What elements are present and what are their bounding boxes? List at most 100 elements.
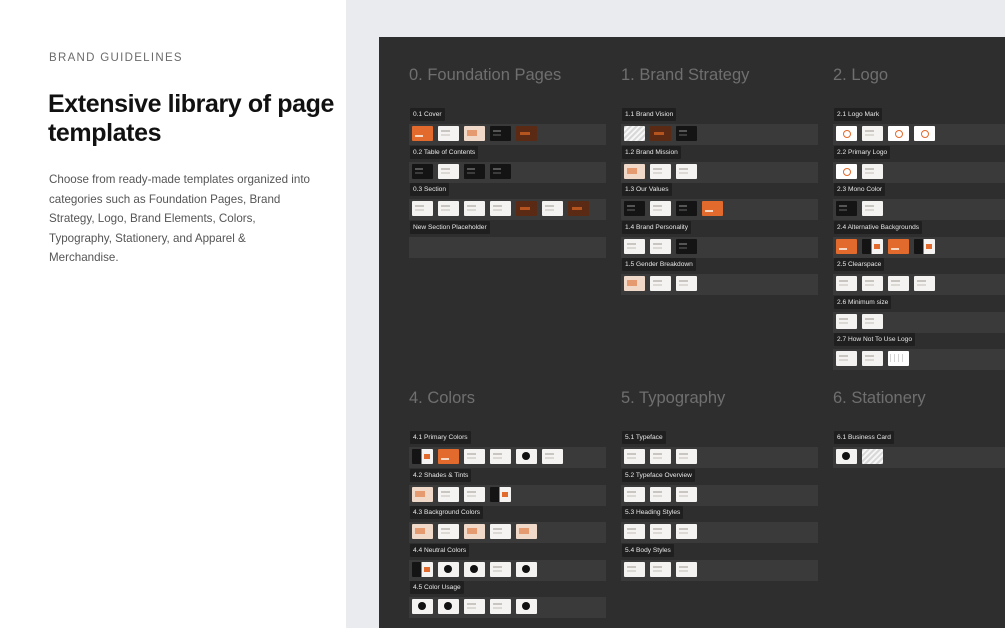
page-thumbnail[interactable] [624, 524, 645, 539]
page-thumbnail[interactable] [676, 238, 697, 254]
page-thumbnail[interactable] [676, 126, 697, 141]
section-label[interactable]: 2.6 Minimum size [834, 295, 892, 309]
page-thumbnail[interactable] [516, 126, 537, 141]
page-thumbnail[interactable] [888, 351, 909, 366]
page-thumbnail[interactable] [836, 201, 857, 216]
section-label[interactable]: New Section Placeholder [410, 220, 490, 234]
template-canvas[interactable]: 0. Foundation Pages 0.1 Cover 0.2 Table of… [379, 37, 1005, 628]
page-thumbnail[interactable] [516, 561, 537, 577]
page-thumbnail[interactable] [412, 201, 433, 216]
section-label[interactable]: 4.4 Neutral Colors [410, 543, 470, 557]
section-label[interactable]: 4.2 Shades & Tints [410, 468, 472, 482]
page-thumbnail[interactable] [624, 561, 645, 577]
page-thumbnail[interactable] [412, 486, 433, 502]
page-thumbnail[interactable] [438, 561, 459, 577]
section-label[interactable]: 0.1 Cover [410, 108, 445, 121]
page-thumbnail[interactable] [516, 449, 537, 464]
page-thumbnail[interactable] [862, 126, 883, 141]
page-thumbnail[interactable] [490, 449, 511, 464]
section-label[interactable]: 4.5 Color Usage [410, 581, 464, 594]
page-thumbnail[interactable] [624, 449, 645, 464]
page-thumbnail[interactable] [490, 561, 511, 577]
page-thumbnail[interactable] [888, 276, 909, 291]
section-label[interactable]: 2.7 How Not To Use Logo [834, 333, 916, 346]
page-thumbnail[interactable] [464, 163, 485, 179]
page-thumbnail[interactable] [676, 201, 697, 216]
page-thumbnail[interactable] [438, 201, 459, 216]
page-thumbnail[interactable] [516, 524, 537, 539]
page-thumbnail[interactable] [542, 201, 563, 216]
section-label[interactable]: 1.4 Brand Personality [622, 220, 692, 234]
page-thumbnail[interactable] [438, 524, 459, 539]
page-thumbnail[interactable] [624, 238, 645, 254]
page-thumbnail[interactable] [650, 163, 671, 179]
page-thumbnail[interactable] [836, 351, 857, 366]
page-thumbnail[interactable] [676, 276, 697, 291]
page-thumbnail[interactable] [438, 486, 459, 502]
page-thumbnail[interactable] [624, 126, 645, 141]
page-thumbnail[interactable] [888, 238, 909, 254]
section-label[interactable]: 0.2 Table of Contents [410, 145, 479, 159]
page-thumbnail[interactable] [412, 449, 433, 464]
page-thumbnail[interactable] [464, 449, 485, 464]
page-thumbnail[interactable] [624, 201, 645, 216]
page-thumbnail[interactable] [650, 126, 671, 141]
page-thumbnail[interactable] [624, 486, 645, 502]
section-label[interactable]: 5.3 Heading Styles [622, 506, 684, 519]
page-thumbnail[interactable] [412, 561, 433, 577]
section-label[interactable]: 5.4 Body Styles [622, 543, 674, 557]
section-label[interactable]: 6.1 Business Card [834, 431, 894, 444]
page-thumbnail[interactable] [650, 238, 671, 254]
page-thumbnail[interactable] [624, 276, 645, 291]
page-thumbnail[interactable] [464, 486, 485, 502]
page-thumbnail[interactable] [862, 313, 883, 329]
page-thumbnail[interactable] [676, 163, 697, 179]
page-thumbnail[interactable] [862, 238, 883, 254]
page-thumbnail[interactable] [464, 524, 485, 539]
page-thumbnail[interactable] [836, 126, 857, 141]
page-thumbnail[interactable] [412, 126, 433, 141]
page-thumbnail[interactable] [490, 524, 511, 539]
page-thumbnail[interactable] [464, 561, 485, 577]
section-label[interactable]: 1.2 Brand Mission [622, 145, 681, 159]
section-label[interactable]: 1.5 Gender Breakdown [622, 258, 696, 271]
page-thumbnail[interactable] [516, 599, 537, 614]
section-label[interactable]: 0.3 Section [410, 183, 449, 196]
page-thumbnail[interactable] [676, 524, 697, 539]
page-thumbnail[interactable] [516, 201, 537, 216]
page-thumbnail[interactable] [836, 449, 857, 464]
section-label[interactable]: 5.2 Typeface Overview [622, 468, 695, 482]
section-label[interactable]: 5.1 Typeface [622, 431, 666, 444]
section-label[interactable]: 2.1 Logo Mark [834, 108, 883, 121]
page-thumbnail[interactable] [702, 201, 723, 216]
page-thumbnail[interactable] [888, 126, 909, 141]
page-thumbnail[interactable] [862, 276, 883, 291]
page-thumbnail[interactable] [650, 449, 671, 464]
page-thumbnail[interactable] [464, 201, 485, 216]
page-thumbnail[interactable] [650, 561, 671, 577]
page-thumbnail[interactable] [490, 126, 511, 141]
section-label[interactable]: 4.3 Background Colors [410, 506, 484, 519]
page-thumbnail[interactable] [650, 486, 671, 502]
page-thumbnail[interactable] [412, 524, 433, 539]
section-label[interactable]: 1.1 Brand Vision [622, 108, 677, 121]
page-thumbnail[interactable] [412, 163, 433, 179]
page-thumbnail[interactable] [862, 201, 883, 216]
page-thumbnail[interactable] [412, 599, 433, 614]
page-thumbnail[interactable] [862, 351, 883, 366]
page-thumbnail[interactable] [438, 126, 459, 141]
page-thumbnail[interactable] [914, 238, 935, 254]
page-thumbnail[interactable] [464, 126, 485, 141]
page-thumbnail[interactable] [650, 524, 671, 539]
page-thumbnail[interactable] [914, 276, 935, 291]
page-thumbnail[interactable] [676, 486, 697, 502]
page-thumbnail[interactable] [836, 313, 857, 329]
page-thumbnail[interactable] [650, 276, 671, 291]
page-thumbnail[interactable] [676, 561, 697, 577]
section-label[interactable]: 1.3 Our Values [622, 183, 672, 196]
page-thumbnail[interactable] [862, 163, 883, 179]
page-thumbnail[interactable] [438, 449, 459, 464]
section-label[interactable]: 2.4 Alternative Backgrounds [834, 220, 923, 234]
section-label[interactable]: 2.2 Primary Logo [834, 145, 891, 159]
page-thumbnail[interactable] [676, 449, 697, 464]
